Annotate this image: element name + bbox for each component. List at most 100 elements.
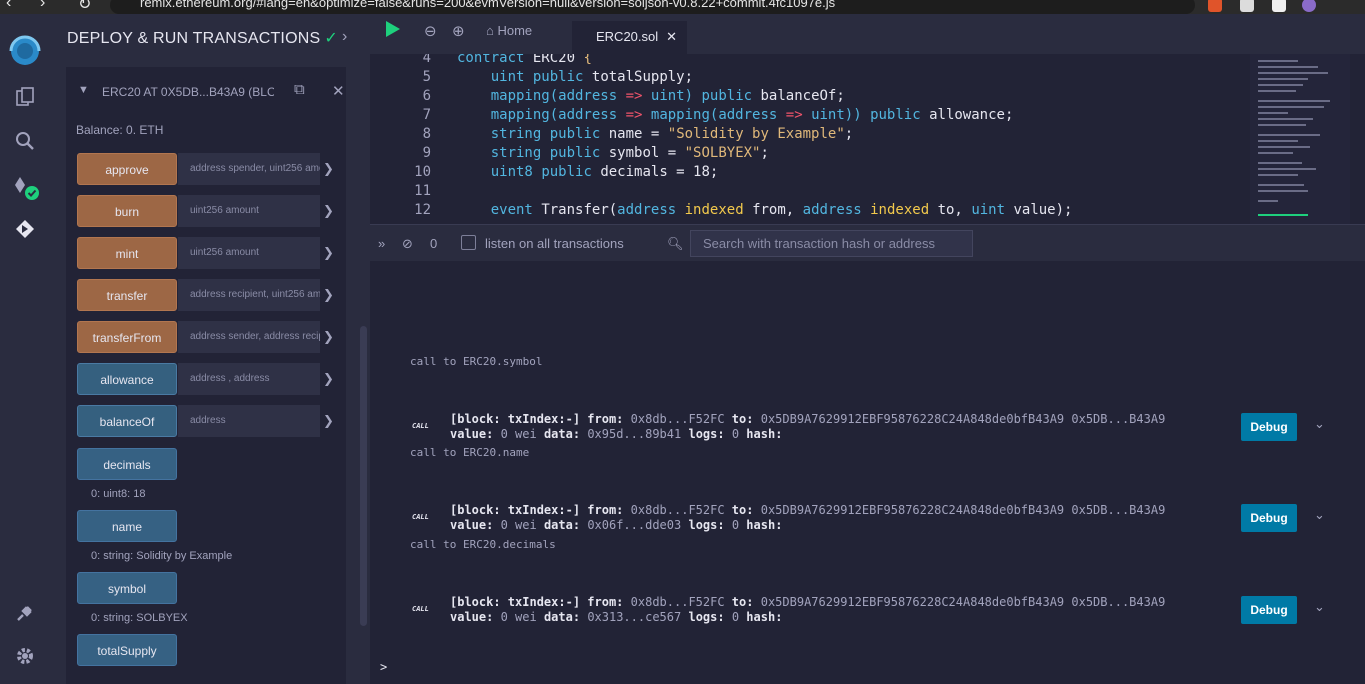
- allowance-input[interactable]: address , address: [178, 363, 320, 395]
- chevron-down-icon[interactable]: ❯: [323, 195, 334, 227]
- name-button[interactable]: name: [77, 510, 177, 542]
- debug-button[interactable]: Debug: [1241, 596, 1297, 624]
- transfer-input[interactable]: address recipient, uint256 amount: [178, 279, 320, 311]
- extensions-puzzle-icon[interactable]: [1240, 0, 1254, 12]
- search-icon[interactable]: [13, 130, 37, 154]
- tab-file-label: ERC20.sol: [596, 29, 659, 44]
- totalsupply-button[interactable]: totalSupply: [77, 634, 177, 666]
- code-line: 8 string public name = "Solidity by Exam…: [370, 126, 1250, 145]
- code-line: 9 string public symbol = "SOLBYEX";: [370, 145, 1250, 164]
- browser-forward-icon[interactable]: ›: [40, 0, 45, 12]
- chevron-down-icon[interactable]: ⌄: [1314, 507, 1325, 523]
- search-icon: 🔍︎: [667, 236, 684, 251]
- chevron-down-icon[interactable]: ❯: [323, 237, 334, 269]
- approve-button[interactable]: approve: [77, 153, 177, 185]
- code-text: mapping(address => mapping(address => ui…: [490, 107, 1014, 123]
- code-text: contract ERC20 {: [457, 54, 592, 66]
- approve-input[interactable]: address spender, uint256 amount: [178, 153, 320, 185]
- decimals-button[interactable]: decimals: [77, 448, 177, 480]
- terminal-prompt[interactable]: >: [380, 660, 387, 674]
- plugin-manager-icon[interactable]: [13, 602, 37, 626]
- symbol-button[interactable]: symbol: [77, 572, 177, 604]
- extension-icon[interactable]: [1208, 0, 1222, 12]
- function-row-name: name: [77, 510, 337, 542]
- zoom-in-icon[interactable]: ⊕: [452, 22, 465, 40]
- chevron-down-icon[interactable]: ❯: [323, 153, 334, 185]
- call-tag: CALL: [412, 605, 429, 613]
- line-number: 10: [414, 164, 431, 180]
- function-row-decimals: decimals: [77, 448, 337, 480]
- chevron-down-icon[interactable]: ⌄: [1314, 599, 1325, 615]
- close-icon[interactable]: ✕: [332, 82, 345, 100]
- file-explorer-icon[interactable]: [13, 86, 37, 110]
- panel-scrollbar[interactable]: [360, 326, 367, 626]
- pending-tx-count: 0: [430, 236, 438, 251]
- transaction-search-input[interactable]: Search with transaction hash or address: [690, 230, 973, 257]
- decimals-result: 0: uint8: 18: [91, 488, 146, 500]
- chevron-down-icon[interactable]: ❯: [323, 321, 334, 353]
- collapse-terminal-icon[interactable]: »: [378, 236, 385, 251]
- listen-checkbox[interactable]: [461, 235, 476, 250]
- debug-button[interactable]: Debug: [1241, 504, 1297, 532]
- allowance-button[interactable]: allowance: [77, 363, 177, 395]
- run-script-icon[interactable]: [386, 21, 400, 37]
- chevron-down-icon[interactable]: ⌄: [1314, 416, 1325, 432]
- tab-home-label: Home: [497, 23, 533, 38]
- chevron-down-icon[interactable]: ▼: [78, 84, 89, 96]
- browser-reload-icon[interactable]: ↻: [78, 0, 91, 14]
- tab-erc20-sol[interactable]: ERC20.sol ✕: [572, 21, 688, 54]
- function-row-totalsupply: totalSupply: [77, 634, 337, 666]
- profile-avatar-icon[interactable]: [1302, 0, 1316, 12]
- editor-minimap[interactable]: [1250, 54, 1350, 224]
- transferfrom-button[interactable]: transferFrom: [77, 321, 177, 353]
- call-tag: CALL: [412, 513, 429, 521]
- chevron-down-icon[interactable]: ❯: [323, 279, 334, 311]
- close-tab-icon[interactable]: ✕: [666, 29, 677, 44]
- function-row-approve: approve address spender, uint256 amount …: [77, 153, 337, 185]
- line-number: 9: [422, 145, 431, 161]
- terminal-call-line: call to ERC20.name: [410, 446, 530, 459]
- editor-tabs: ⊖ ⊕ ⌂ Home ERC20.sol ✕: [370, 14, 1365, 54]
- copy-icon[interactable]: ⧉: [294, 81, 305, 98]
- mint-input[interactable]: uint256 amount: [178, 237, 320, 269]
- panel-title: DEPLOY & RUN TRANSACTIONS ✓ ›: [67, 28, 347, 48]
- deploy-run-icon[interactable]: [13, 218, 37, 242]
- code-editor[interactable]: 4 contract ERC20 { 5 uint public totalSup…: [370, 54, 1365, 224]
- chevron-down-icon[interactable]: ❯: [323, 405, 334, 437]
- function-row-transferfrom: transferFrom address sender, address rec…: [77, 321, 337, 353]
- settings-gear-icon[interactable]: [13, 646, 37, 670]
- line-number: 5: [422, 69, 431, 85]
- function-row-mint: mint uint256 amount ❯: [77, 237, 337, 269]
- zoom-out-icon[interactable]: ⊖: [424, 22, 437, 40]
- debug-button[interactable]: Debug: [1241, 413, 1297, 441]
- chevron-down-icon[interactable]: ❯: [323, 363, 334, 395]
- burn-button[interactable]: burn: [77, 195, 177, 227]
- code-text: event Transfer(address indexed from, add…: [490, 202, 1073, 218]
- instance-header[interactable]: ▼ ERC20 AT 0X5DB...B43A9 (BLOCKCHAIN) ⧉ …: [66, 77, 346, 107]
- remix-logo-icon[interactable]: [7, 34, 43, 68]
- chevron-right-icon[interactable]: ›: [342, 28, 348, 46]
- solidity-compiler-icon[interactable]: [13, 174, 39, 200]
- deployed-contract-instance: ▼ ERC20 AT 0X5DB...B43A9 (BLOCKCHAIN) ⧉ …: [66, 67, 346, 684]
- line-number: 4: [422, 54, 431, 66]
- mint-button[interactable]: mint: [77, 237, 177, 269]
- code-text: uint8 public decimals = 18;: [490, 164, 719, 180]
- balanceof-button[interactable]: balanceOf: [77, 405, 177, 437]
- tab-home[interactable]: ⌂ Home: [486, 23, 532, 38]
- browser-back-icon[interactable]: ‹: [6, 0, 11, 12]
- transfer-button[interactable]: transfer: [77, 279, 177, 311]
- call-tag: CALL: [412, 422, 429, 430]
- transferfrom-input[interactable]: address sender, address recipient, uint2…: [178, 321, 320, 353]
- window-icon[interactable]: [1272, 0, 1286, 12]
- code-line: 11: [370, 183, 1250, 202]
- function-row-allowance: allowance address , address ❯: [77, 363, 337, 395]
- browser-url-bar[interactable]: remix.ethereum.org/#lang=en&optimize=fal…: [110, 0, 1195, 14]
- balanceof-input[interactable]: address: [178, 405, 320, 437]
- burn-input[interactable]: uint256 amount: [178, 195, 320, 227]
- clear-console-icon[interactable]: ⊘: [402, 236, 413, 252]
- home-icon: ⌂: [486, 23, 494, 38]
- line-number: 12: [414, 202, 431, 218]
- editor-scrollbar[interactable]: [1352, 54, 1365, 224]
- check-icon: ✓: [324, 30, 338, 47]
- code-line: 4 contract ERC20 {: [370, 54, 1250, 69]
